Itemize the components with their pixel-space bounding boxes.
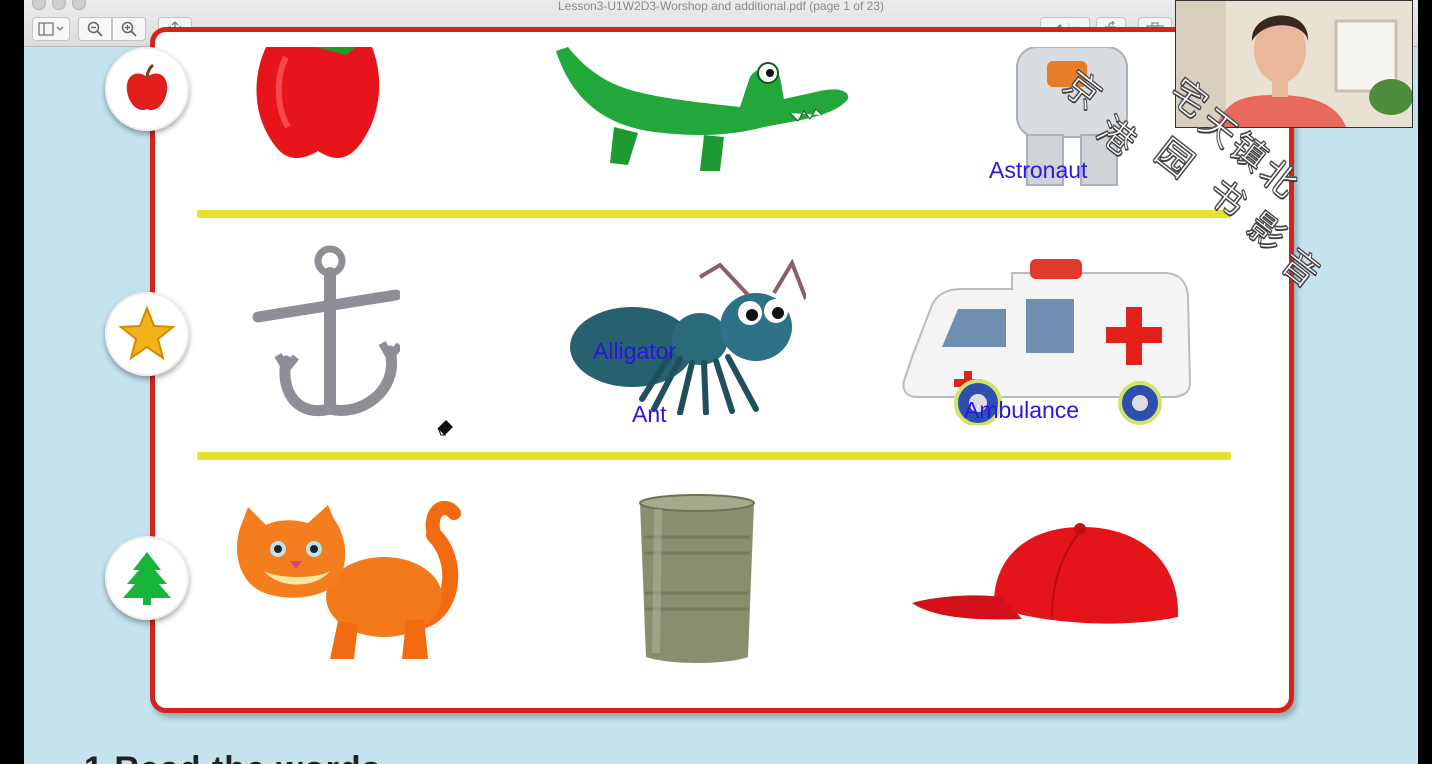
row-marker-tree — [105, 536, 189, 620]
cap-picture — [912, 523, 1179, 624]
star-icon — [118, 305, 176, 361]
row-divider — [197, 210, 1231, 218]
tree-icon — [123, 552, 171, 605]
sidebar-toggle-icon — [38, 22, 64, 36]
row-divider — [197, 452, 1231, 460]
cat-picture — [237, 501, 461, 659]
eraser-cursor-icon — [437, 420, 453, 436]
row-marker-apple — [105, 47, 189, 131]
annotation-astronaut: Astronaut — [989, 157, 1088, 183]
apple-icon — [126, 63, 168, 111]
ant-picture — [570, 259, 806, 415]
pdf-page: Astronaut Alligator Ant Ambulance — [24, 27, 1418, 764]
zoom-out-button[interactable] — [78, 17, 112, 41]
alligator-picture — [556, 47, 849, 171]
bottom-instruction-text: 1 Read the words — [84, 750, 382, 764]
apple-picture — [256, 47, 380, 159]
zoom-in-button[interactable] — [112, 17, 146, 41]
row-marker-star — [105, 292, 189, 376]
annotation-ambulance: Ambulance — [964, 397, 1080, 423]
can-picture — [639, 494, 755, 663]
sidebar-toggle-button[interactable] — [32, 17, 70, 41]
annotation-ant: Ant — [632, 401, 667, 427]
anchor-picture — [252, 245, 400, 417]
zoom-in-icon — [121, 21, 137, 37]
annotation-alligator: Alligator — [593, 338, 677, 364]
zoom-out-icon — [87, 21, 103, 37]
